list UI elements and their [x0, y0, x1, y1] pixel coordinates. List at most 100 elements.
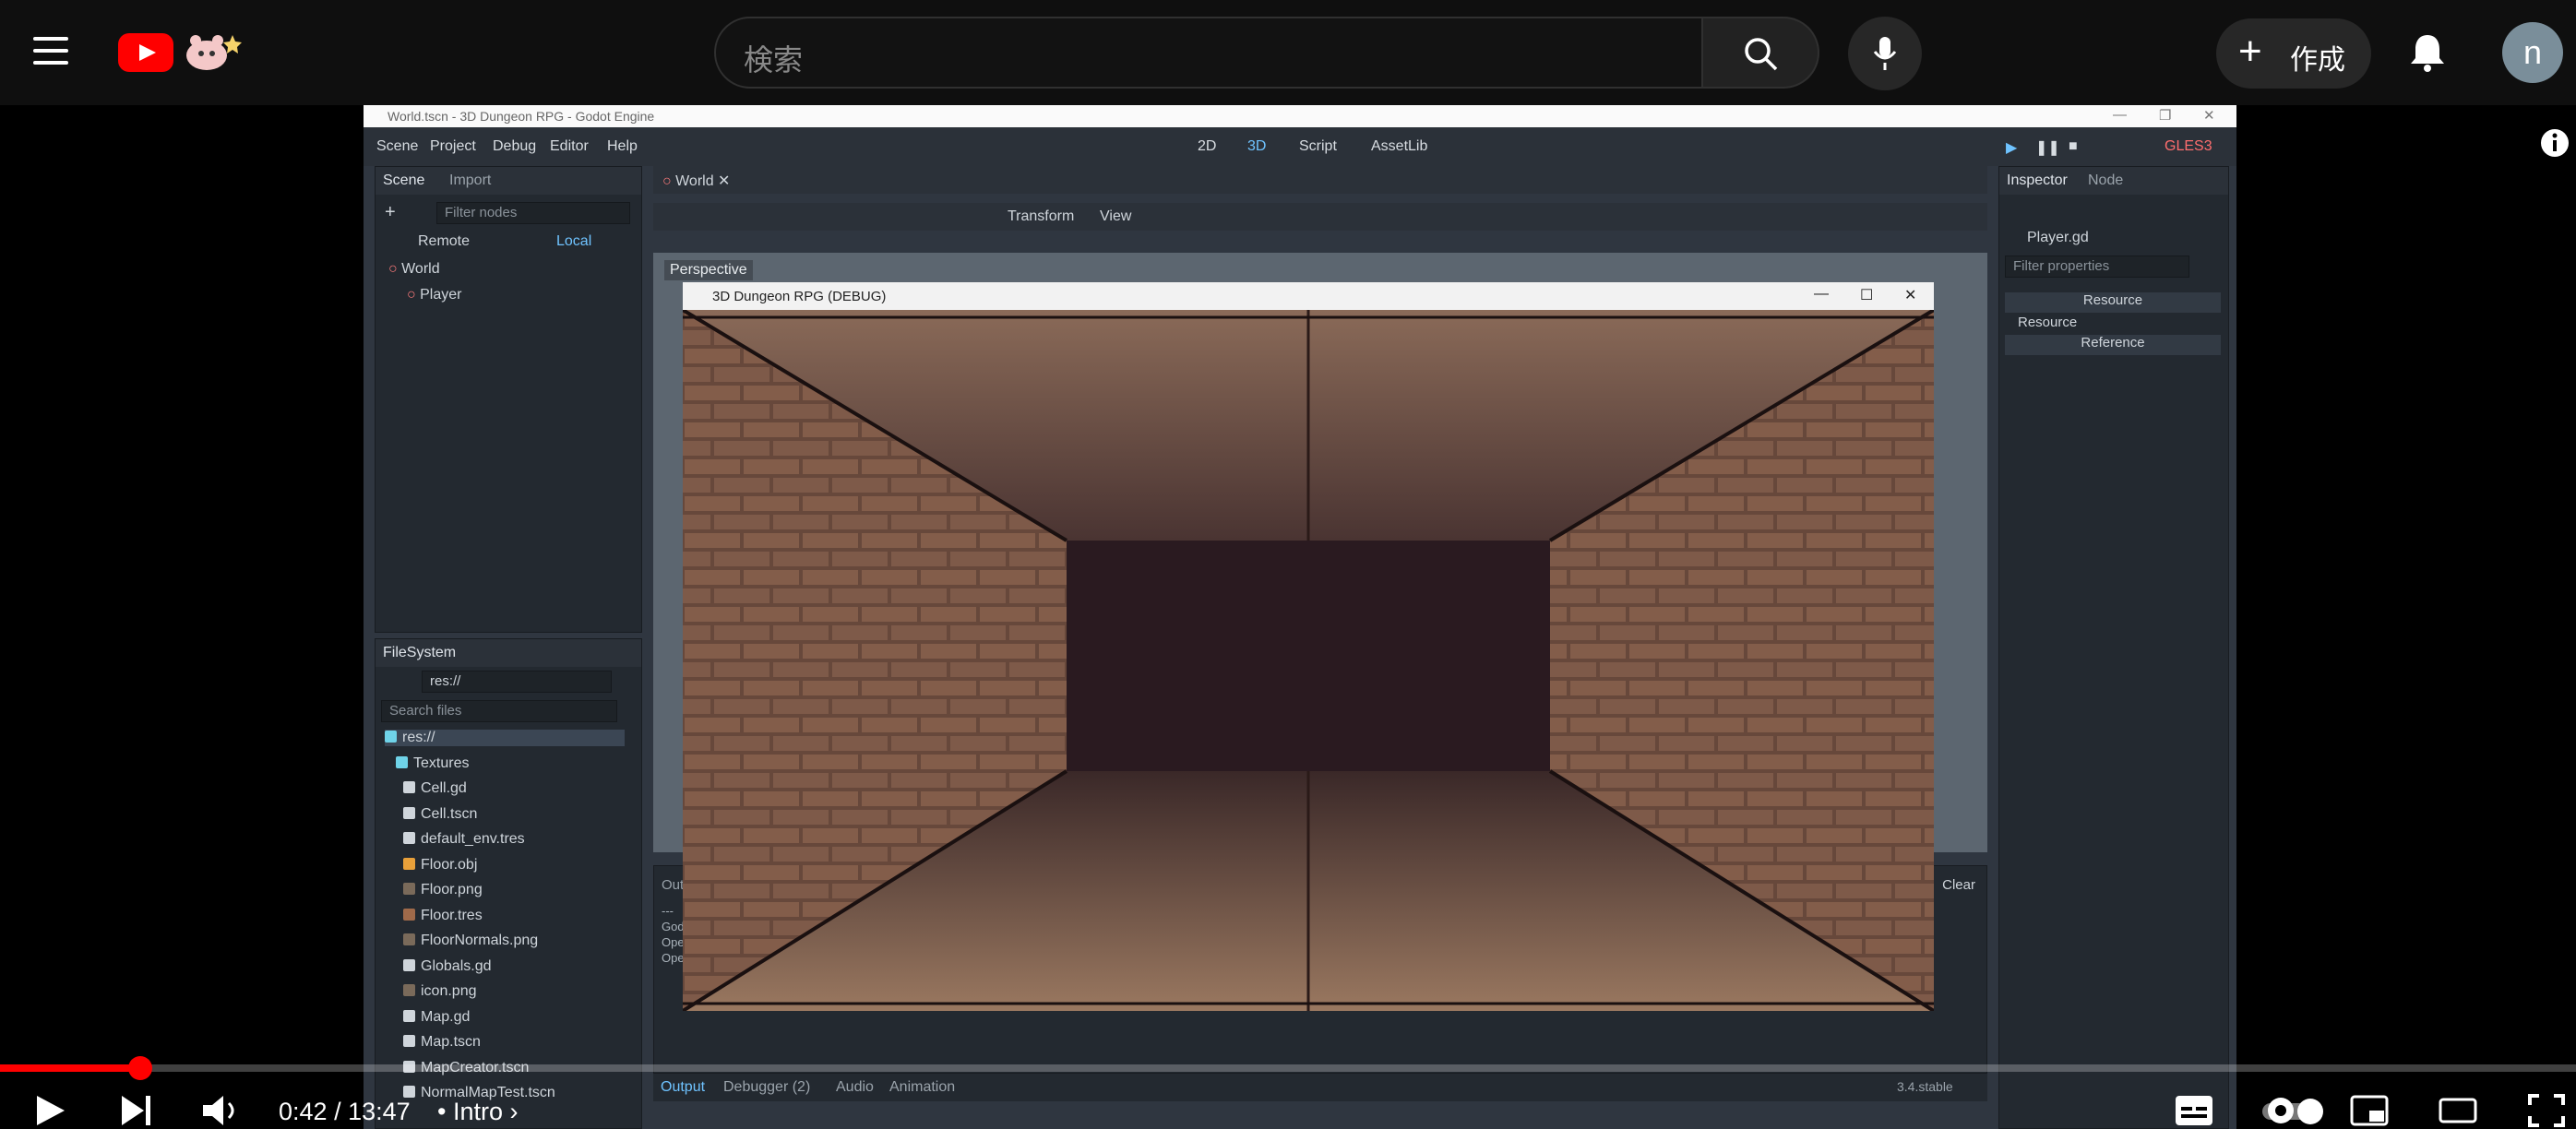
notifications-bell-icon[interactable] [2406, 31, 2449, 74]
chapter-title[interactable]: • Intro › [437, 1098, 519, 1126]
menu-icon[interactable] [33, 37, 68, 65]
file-item[interactable]: default_env.tres [403, 831, 525, 848]
tab-audio[interactable]: Audio [836, 1079, 874, 1096]
file-item[interactable]: icon.png [403, 983, 477, 1000]
editor-tabs: ○ World ✕ [653, 166, 1987, 194]
file-item[interactable]: Floor.obj [403, 857, 477, 873]
pause-icon[interactable]: ❚❚ [2035, 138, 2060, 157]
file-item[interactable]: Map.gd [403, 1009, 470, 1026]
subtitles-icon[interactable] [2174, 1092, 2214, 1129]
tab-animation[interactable]: Animation [889, 1079, 955, 1096]
file-name: FloorNormals.png [421, 933, 539, 948]
close-icon[interactable]: ✕ [1904, 286, 1916, 304]
volume-icon[interactable] [201, 1092, 244, 1129]
scene-tree-node[interactable]: ○ World [388, 261, 440, 278]
view-menu[interactable]: View [1100, 208, 1131, 225]
file-name: Globals.gd [421, 957, 492, 974]
scene-tree-node[interactable]: ○ Player [407, 287, 461, 303]
file-item[interactable]: Floor.png [403, 882, 483, 898]
tab-inspector[interactable]: Inspector [2007, 172, 2068, 189]
youtube-header: 検索 + 作成 n [0, 0, 2576, 105]
file-item[interactable]: Map.tscn [403, 1034, 481, 1051]
filter-properties-input[interactable]: Filter properties [2005, 256, 2189, 278]
file-item[interactable]: Cell.gd [403, 780, 467, 797]
maximize-icon[interactable]: ❐ [2159, 107, 2171, 124]
video-player[interactable]: World.tscn - 3D Dungeon RPG - Godot Engi… [364, 105, 2236, 1129]
microphone-icon [1873, 37, 1897, 70]
doodle-icon[interactable] [179, 28, 244, 74]
file-name: default_env.tres [421, 831, 525, 847]
tab-scene[interactable]: Scene [383, 172, 424, 189]
video-progress-bar[interactable] [0, 1056, 2576, 1080]
output-log: --- God Ope Ope [662, 903, 685, 966]
tab-filesystem[interactable]: FileSystem [383, 645, 456, 661]
minimize-icon[interactable]: — [1814, 286, 1829, 303]
info-icon[interactable] [2539, 127, 2570, 159]
search-button[interactable] [1703, 17, 1819, 89]
menu-debug[interactable]: Debug [493, 138, 536, 155]
filesystem-root[interactable]: res:// [385, 730, 625, 746]
tab-node[interactable]: Node [2088, 172, 2123, 189]
plus-icon: + [2238, 29, 2262, 74]
menu-help[interactable]: Help [607, 138, 638, 155]
filesystem-dock-tabs: FileSystem [376, 639, 641, 667]
search-files-input[interactable]: Search files [381, 700, 617, 722]
play-icon[interactable] [31, 1092, 68, 1129]
file-item[interactable]: Cell.tscn [403, 806, 477, 823]
next-icon[interactable] [118, 1092, 155, 1129]
file-item[interactable]: Textures [396, 755, 469, 772]
filesystem-dock: FileSystem res:// Search files res:// Tex… [375, 638, 642, 1129]
account-avatar[interactable]: n [2502, 22, 2563, 83]
file-name: Cell.gd [421, 780, 467, 796]
tab-import[interactable]: Import [449, 172, 491, 189]
tab-world[interactable]: ○ World ✕ [662, 172, 730, 190]
tab-output[interactable]: Output [661, 1079, 705, 1096]
youtube-logo-icon[interactable] [118, 33, 173, 72]
miniplayer-icon[interactable] [2349, 1092, 2390, 1129]
play-icon[interactable]: ▶ [2006, 138, 2017, 157]
filter-nodes-input[interactable]: Filter nodes [436, 202, 630, 224]
file-item[interactable]: Globals.gd [403, 958, 492, 975]
remote-button[interactable]: Remote [418, 233, 470, 250]
gear-icon [403, 1009, 415, 1022]
gear-icon [403, 958, 415, 971]
tab-debugger[interactable]: Debugger (2) [723, 1079, 810, 1096]
fullscreen-icon[interactable] [2526, 1092, 2567, 1129]
create-button[interactable]: + 作成 [2216, 18, 2371, 89]
file-item[interactable]: FloorNormals.png [403, 933, 538, 949]
theater-mode-icon[interactable] [2438, 1092, 2478, 1129]
menu-project[interactable]: Project [430, 138, 476, 155]
menu-editor[interactable]: Editor [550, 138, 589, 155]
scrubber-handle[interactable] [128, 1056, 152, 1080]
inspector-category: Reference [2005, 335, 2221, 355]
spatial-node-icon: ○ [388, 261, 402, 277]
inspector-section[interactable]: Resource [2018, 315, 2077, 330]
renderer-select[interactable]: GLES3 [2165, 138, 2212, 155]
inspected-object[interactable]: Player.gd [2027, 230, 2089, 246]
maximize-icon[interactable]: ☐ [1860, 286, 1873, 304]
output-line: God [662, 920, 685, 933]
workspace-3d[interactable]: 3D [1247, 138, 1266, 155]
close-icon[interactable]: ✕ [2203, 107, 2215, 124]
search-icon [1745, 38, 1778, 71]
material-icon [403, 908, 415, 921]
add-node-icon[interactable]: + [385, 202, 396, 223]
workspace-assetlib[interactable]: AssetLib [1371, 138, 1427, 155]
output-line: --- [662, 904, 674, 918]
time-display: 0:42 / 13:47 [279, 1098, 411, 1125]
workspace-2d[interactable]: 2D [1198, 138, 1216, 155]
menu-scene[interactable]: Scene [376, 138, 418, 155]
transform-menu[interactable]: Transform [1008, 208, 1074, 225]
filesystem-path-field[interactable]: res:// [422, 671, 612, 693]
stop-icon[interactable]: ■ [2069, 138, 2078, 155]
perspective-button[interactable]: Perspective [664, 260, 753, 280]
settings-gear-icon[interactable] [2262, 1092, 2299, 1129]
minimize-icon[interactable]: — [2113, 107, 2127, 123]
voice-search-button[interactable] [1848, 17, 1922, 90]
file-item[interactable]: Floor.tres [403, 908, 483, 924]
workspace-script[interactable]: Script [1299, 138, 1337, 155]
game-debug-window[interactable]: 3D Dungeon RPG (DEBUG) — ☐ ✕ [683, 282, 1934, 1011]
clear-output-button[interactable]: Clear [1942, 877, 1975, 893]
local-button[interactable]: Local [556, 233, 591, 250]
search-input[interactable]: 検索 [714, 17, 1703, 89]
